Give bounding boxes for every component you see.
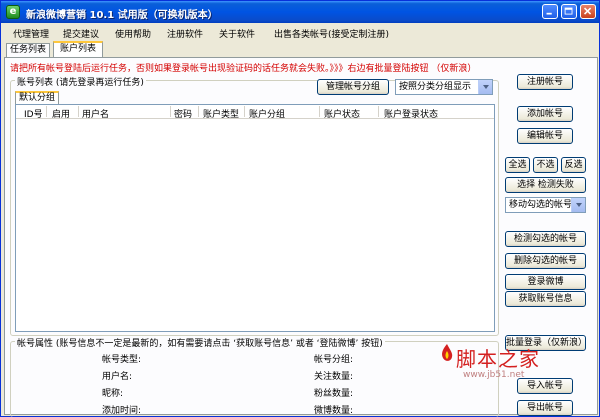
menu-proxy-management[interactable]: 代理管理 xyxy=(13,27,49,40)
account-table[interactable]: ID号 启用 用户名 密码 账户类型 账户分组 账户状态 账户登录状态 xyxy=(15,104,495,332)
column-login-status[interactable]: 账户登录状态 xyxy=(384,107,438,120)
label-following-count: 关注数量: xyxy=(314,372,354,382)
app-e-icon: e xyxy=(6,5,20,19)
menu-help[interactable]: 使用帮助 xyxy=(115,27,151,40)
tab-default-group[interactable]: 默认分组 xyxy=(15,91,59,104)
label-follower-count: 粉丝数量: xyxy=(314,389,354,399)
register-account-button[interactable]: 注册帐号 xyxy=(517,74,573,90)
move-selected-select[interactable]: 移动勾选的帐号 xyxy=(505,197,586,213)
select-invert-button[interactable]: 反选 xyxy=(561,157,586,173)
import-account-button[interactable]: 导入帐号 xyxy=(517,378,573,394)
title-bar[interactable]: e 新浪微博营销 10.1 试用版（可换机版本） xyxy=(1,1,599,23)
label-added-time: 添加时间: xyxy=(102,406,142,416)
column-divider[interactable] xyxy=(46,106,47,117)
select-none-button[interactable]: 不选 xyxy=(533,157,558,173)
column-divider[interactable] xyxy=(198,106,199,117)
group-display-value: 按照分类分组显示 xyxy=(399,82,472,92)
select-all-button[interactable]: 全选 xyxy=(505,157,530,173)
watermark-logo-icon xyxy=(442,344,453,361)
maximize-button[interactable] xyxy=(561,4,577,19)
main-window: e 新浪微博营销 10.1 试用版（可换机版本） 代理管理 提交建议 使用帮助 … xyxy=(0,0,600,417)
chevron-down-icon[interactable] xyxy=(571,198,585,212)
column-divider[interactable] xyxy=(78,106,79,117)
column-password[interactable]: 密码 xyxy=(174,107,192,120)
account-attributes-legend: 帐号属性 (账号信息不一定是最新的，如有需要请点击 ‘获取账号信息’ 或者 ‘登… xyxy=(15,336,385,349)
move-selected-value: 移动勾选的帐号 xyxy=(509,200,573,210)
tab-task-list[interactable]: 任务列表 xyxy=(6,43,50,57)
minimize-button[interactable] xyxy=(542,4,558,19)
window-title: 新浪微博营销 10.1 试用版（可换机版本） xyxy=(26,10,218,21)
close-button[interactable] xyxy=(580,4,596,19)
account-attributes-group: 帐号属性 (账号信息不一定是最新的，如有需要请点击 ‘获取账号信息’ 或者 ‘登… xyxy=(10,336,499,417)
menu-register-software[interactable]: 注册软件 xyxy=(167,27,203,40)
group-display-select[interactable]: 按照分类分组显示 xyxy=(395,79,493,95)
edit-account-button[interactable]: 编辑帐号 xyxy=(517,128,573,144)
column-account-status[interactable]: 账户状态 xyxy=(324,107,360,120)
minimize-icon xyxy=(546,12,552,15)
menu-sell-accounts[interactable]: 出售各类帐号(接受定制注册) xyxy=(274,27,389,40)
login-weibo-button[interactable]: 登录微博 xyxy=(505,274,586,290)
chevron-down-icon[interactable] xyxy=(478,80,492,94)
column-username[interactable]: 用户名 xyxy=(82,107,109,120)
label-weibo-count: 微博数量: xyxy=(314,406,354,416)
check-selected-button[interactable]: 检测勾选的帐号 xyxy=(505,231,586,247)
label-account-type: 帐号类型: xyxy=(102,355,142,365)
watermark-text: 脚本之家 xyxy=(456,347,540,371)
add-account-button[interactable]: 添加帐号 xyxy=(517,106,573,122)
login-notice: 请把所有帐号登陆后运行任务，否则如果登录帐号出现验证码的话任务就会失败。》》》右… xyxy=(10,64,477,74)
menu-bar: 代理管理 提交建议 使用帮助 注册软件 关于软件 出售各类帐号(接受定制注册) xyxy=(1,23,599,41)
get-account-info-button[interactable]: 获取账号信息 xyxy=(505,291,586,307)
menu-about[interactable]: 关于软件 xyxy=(219,27,255,40)
column-divider[interactable] xyxy=(244,106,245,117)
menu-submit-feedback[interactable]: 提交建议 xyxy=(63,27,99,40)
column-id[interactable]: ID号 xyxy=(24,107,43,120)
account-list-legend: 账号列表 (请先登录再运行任务) xyxy=(15,75,146,88)
column-divider[interactable] xyxy=(319,106,320,117)
label-username: 用户名: xyxy=(102,372,133,382)
column-divider[interactable] xyxy=(378,106,379,117)
delete-selected-button[interactable]: 删除勾选的帐号 xyxy=(505,253,586,269)
column-account-group[interactable]: 账户分组 xyxy=(249,107,285,120)
watermark-url: www.jb51.net xyxy=(463,370,525,380)
export-account-button[interactable]: 导出帐号 xyxy=(517,400,573,416)
table-header: ID号 启用 用户名 密码 账户类型 账户分组 账户状态 账户登录状态 xyxy=(16,105,494,120)
manage-group-button[interactable]: 管理帐号分组 xyxy=(317,79,389,95)
tab-account-list[interactable]: 账户列表 xyxy=(53,41,103,57)
column-enabled[interactable]: 启用 xyxy=(52,107,70,120)
label-account-group: 帐号分组: xyxy=(314,355,354,365)
column-divider[interactable] xyxy=(170,106,171,117)
maximize-icon xyxy=(564,7,573,15)
close-icon xyxy=(583,7,592,15)
label-nickname: 昵称: xyxy=(102,389,124,399)
column-account-type[interactable]: 账户类型 xyxy=(203,107,239,120)
select-failed-button[interactable]: 选择 检测失败 xyxy=(505,177,586,193)
